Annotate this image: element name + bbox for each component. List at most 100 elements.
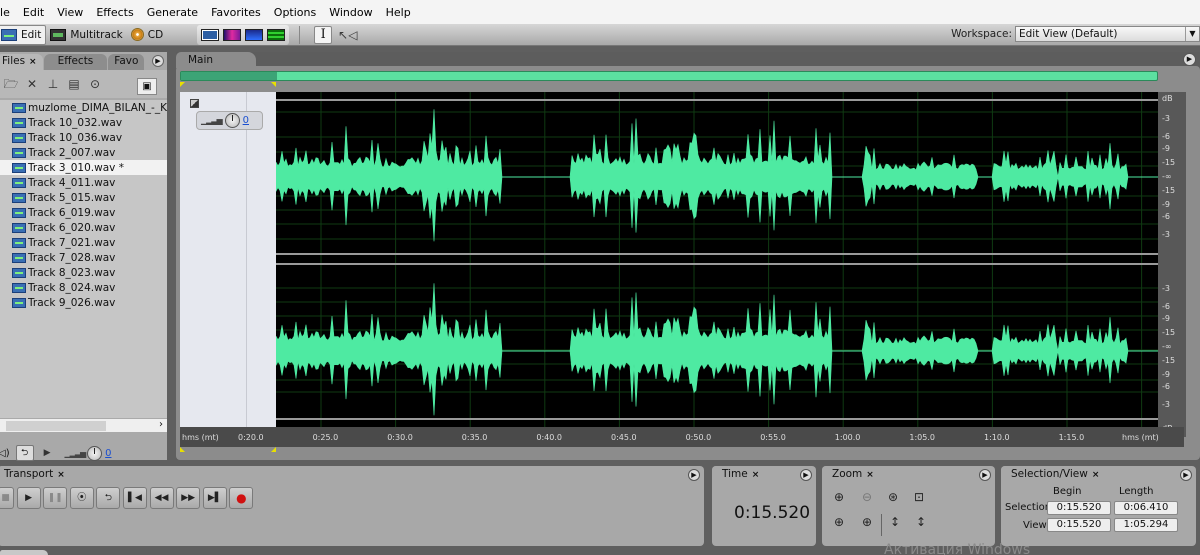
close-icon[interactable]: × bbox=[866, 470, 874, 480]
menu-view[interactable]: View bbox=[57, 6, 83, 19]
panel-menu-icon[interactable]: ▶ bbox=[800, 469, 812, 481]
file-list-item[interactable]: Track 4_011.wav bbox=[0, 175, 167, 190]
bottom-dock-tab[interactable] bbox=[0, 550, 48, 555]
rewind-button[interactable]: ◀◀ bbox=[149, 487, 174, 509]
zoom-in-vertical-icon[interactable]: ↕ bbox=[886, 515, 904, 531]
record-button[interactable]: ● bbox=[229, 487, 254, 509]
insert-into-cd-icon[interactable]: ▤ bbox=[65, 76, 83, 92]
import-icon[interactable]: ⊙ bbox=[86, 76, 104, 92]
files-horizontal-scrollbar[interactable]: › bbox=[0, 418, 167, 432]
tab-transport[interactable]: Transport × bbox=[0, 466, 66, 482]
zoom-out-horizontal-icon[interactable]: ⊖ bbox=[858, 490, 876, 506]
file-list-item[interactable]: Track 6_019.wav bbox=[0, 205, 167, 220]
pause-button[interactable]: ❚❚ bbox=[43, 487, 68, 509]
volume-value[interactable]: 0 bbox=[105, 448, 111, 459]
track-volume-knob[interactable] bbox=[224, 113, 240, 128]
zoom-in-horizontal-icon[interactable]: ⊕ bbox=[830, 490, 848, 506]
file-list-item[interactable]: muzlome_DIMA_BILAN_-_KHimiya bbox=[0, 100, 167, 115]
cd-view-button[interactable]: CD bbox=[127, 25, 167, 45]
scrollbar-thumb[interactable] bbox=[6, 421, 106, 431]
selection-length-field[interactable]: 0:06.410 bbox=[1114, 501, 1178, 515]
edit-view-button[interactable]: Edit bbox=[0, 24, 47, 45]
play-from-cursor-button[interactable]: ⦿ bbox=[69, 487, 94, 509]
close-file-icon[interactable]: ✕ bbox=[23, 76, 41, 92]
selection-start-marker[interactable] bbox=[180, 82, 185, 87]
show-properties-icon[interactable]: ▣ bbox=[137, 78, 157, 95]
close-icon[interactable]: × bbox=[57, 470, 65, 480]
file-list-item[interactable]: Track 7_021.wav bbox=[0, 235, 167, 250]
overview-bar[interactable] bbox=[180, 71, 1158, 81]
waveform-view-icon[interactable] bbox=[201, 28, 220, 41]
file-list-item[interactable]: Track 9_026.wav bbox=[0, 295, 167, 310]
file-list-item[interactable]: Track 3_010.wav * bbox=[0, 160, 167, 175]
tab-effects[interactable]: Effects bbox=[43, 54, 108, 70]
panel-menu-icon[interactable]: ▶ bbox=[152, 55, 164, 67]
menu-effects[interactable]: Effects bbox=[96, 6, 133, 19]
volume-knob[interactable] bbox=[87, 445, 103, 461]
menu-help[interactable]: Help bbox=[386, 6, 411, 19]
loop-preview-button[interactable]: ⮌ bbox=[15, 445, 34, 461]
panel-menu-icon[interactable]: ▶ bbox=[1183, 53, 1196, 66]
tab-favorites[interactable]: Favo bbox=[108, 54, 145, 70]
stereo-toggle-icon[interactable] bbox=[190, 99, 199, 108]
view-length-field[interactable]: 1:05.294 bbox=[1114, 518, 1178, 532]
zoom-out-vertical-icon[interactable]: ↕ bbox=[912, 515, 930, 531]
go-to-start-button[interactable]: ▌◀ bbox=[122, 487, 147, 509]
stop-button[interactable]: ■ bbox=[0, 487, 14, 509]
close-icon[interactable]: × bbox=[1092, 470, 1100, 480]
go-to-end-button[interactable]: ▶▌ bbox=[202, 487, 227, 509]
play-button[interactable]: ▶ bbox=[16, 487, 41, 509]
close-icon[interactable]: × bbox=[29, 57, 37, 67]
menu-window[interactable]: Window bbox=[329, 6, 372, 19]
file-list-item[interactable]: Track 8_023.wav bbox=[0, 265, 167, 280]
zoom-to-selection-icon[interactable]: ⊡ bbox=[910, 490, 928, 506]
zoom-out-full-icon[interactable]: ⊛ bbox=[884, 490, 902, 506]
workspace-dropdown[interactable]: Edit View (Default) ▼ bbox=[1015, 26, 1200, 42]
menu-favorites[interactable]: Favorites bbox=[211, 6, 261, 19]
view-begin-field[interactable]: 0:15.520 bbox=[1047, 518, 1111, 532]
panel-menu-icon[interactable]: ▶ bbox=[688, 469, 700, 481]
file-list-item[interactable]: Track 7_028.wav bbox=[0, 250, 167, 265]
zoom-to-left-edge-icon[interactable]: ⊕ bbox=[830, 515, 848, 531]
file-list-item[interactable]: Track 6_020.wav bbox=[0, 220, 167, 235]
menu-options[interactable]: Options bbox=[274, 6, 316, 19]
track-volume-value[interactable]: 0 bbox=[243, 115, 249, 126]
multitrack-view-button[interactable]: Multitrack bbox=[46, 25, 126, 45]
file-list-item[interactable]: Track 2_007.wav bbox=[0, 145, 167, 160]
time-ruler[interactable]: hms (mt) hms (mt) 0:20.0 0:25.0 0:30.0 0:35… bbox=[180, 427, 1184, 447]
menu-file[interactable]: ile bbox=[0, 6, 10, 19]
spectral-frequency-icon[interactable] bbox=[223, 28, 242, 41]
move-copy-tool-icon[interactable]: ↖◁ bbox=[338, 28, 357, 42]
zoom-to-right-edge-icon[interactable]: ⊕ bbox=[858, 515, 876, 531]
speaker-icon[interactable]: ◁) bbox=[0, 448, 10, 459]
tab-time[interactable]: Time × bbox=[712, 466, 768, 482]
time-selection-tool-icon[interactable]: I bbox=[314, 25, 333, 44]
selection-end-marker[interactable] bbox=[271, 82, 276, 87]
play-preview-icon[interactable]: ▶ bbox=[44, 448, 51, 458]
panel-menu-icon[interactable]: ▶ bbox=[1180, 469, 1192, 481]
fast-forward-button[interactable]: ▶▶ bbox=[176, 487, 201, 509]
file-list-item[interactable]: Track 5_015.wav bbox=[0, 190, 167, 205]
selection-end-marker-bottom[interactable] bbox=[271, 447, 276, 452]
loop-button[interactable]: ⮌ bbox=[96, 487, 121, 509]
insert-into-multitrack-icon[interactable]: ⊥ bbox=[44, 76, 62, 92]
spectral-phase-icon[interactable] bbox=[267, 28, 286, 41]
waveform-display[interactable] bbox=[276, 92, 1158, 427]
close-icon[interactable]: × bbox=[752, 470, 760, 480]
tab-zoom[interactable]: Zoom × bbox=[822, 466, 884, 482]
file-list-item[interactable]: Track 10_036.wav bbox=[0, 130, 167, 145]
open-file-icon[interactable]: 🗁 bbox=[2, 76, 20, 92]
selection-start-marker-bottom[interactable] bbox=[180, 447, 185, 452]
file-list-item[interactable]: Track 8_024.wav bbox=[0, 280, 167, 295]
selection-begin-field[interactable]: 0:15.520 bbox=[1047, 501, 1111, 515]
scroll-right-icon[interactable]: › bbox=[159, 419, 163, 430]
spectral-pan-icon[interactable] bbox=[245, 28, 264, 41]
file-list-item[interactable]: Track 10_032.wav bbox=[0, 115, 167, 130]
menu-edit[interactable]: Edit bbox=[23, 6, 44, 19]
tab-selection-view[interactable]: Selection/View × bbox=[1001, 466, 1099, 482]
panel-menu-icon[interactable]: ▶ bbox=[979, 469, 991, 481]
overview-view-range[interactable] bbox=[181, 72, 277, 80]
tab-files[interactable]: Files × bbox=[0, 54, 43, 70]
menu-generate[interactable]: Generate bbox=[147, 6, 198, 19]
waveform-svg[interactable] bbox=[276, 92, 1158, 427]
